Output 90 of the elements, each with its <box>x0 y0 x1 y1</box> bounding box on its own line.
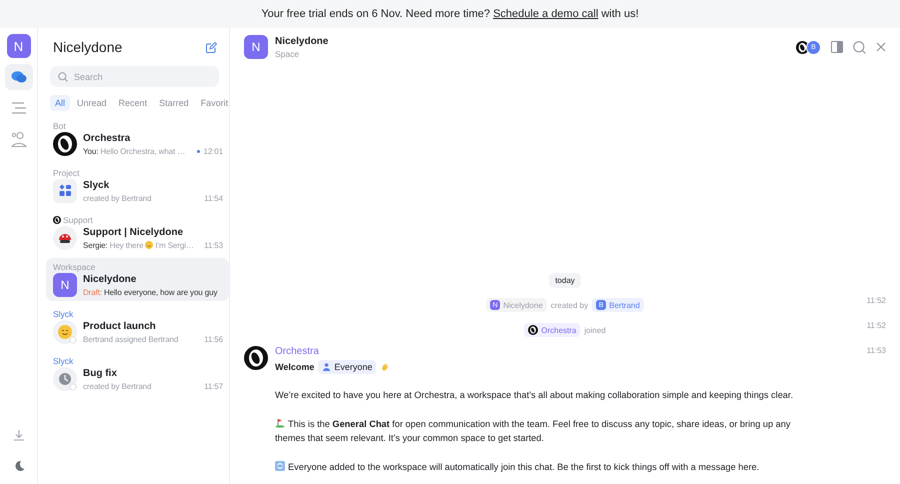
clock-icon <box>53 367 77 391</box>
message-preview: Hello everyone, how are you guy <box>104 288 218 296</box>
chat-title: Bug fix <box>83 368 118 378</box>
space-title: Nicelydone <box>275 36 328 46</box>
side-panel-button[interactable] <box>831 41 843 53</box>
compose-icon[interactable] <box>206 42 217 52</box>
group-label: Bot <box>53 121 66 131</box>
system-text: created by <box>550 300 588 310</box>
message-prefix: Sergie: <box>83 240 108 250</box>
chip-label: Orchestra <box>541 326 576 334</box>
message-time: 11:53 <box>866 346 886 357</box>
group-label: Project <box>53 168 80 178</box>
message-prefix: You: <box>83 146 98 156</box>
chat-time: 12:01 <box>203 146 223 156</box>
close-icon <box>876 42 886 52</box>
group-label: Slyck <box>53 309 74 319</box>
chat-title: Orchestra <box>83 132 132 144</box>
mention-chip[interactable]: Everyone <box>318 360 376 374</box>
arrows-icon <box>275 460 285 470</box>
event-time: 11:52 <box>866 321 886 330</box>
search-icon <box>853 40 866 54</box>
moon-icon <box>12 460 24 472</box>
chat-item[interactable]: Workspace N Nicelydone Draft: Hello everyone, how are you guy <box>46 258 229 301</box>
filter-tab[interactable]: All <box>50 95 70 111</box>
chat-bubbles-icon <box>10 70 26 84</box>
sidebar-title: Nicelydone <box>53 39 122 55</box>
filter-tab[interactable]: Recent <box>114 95 152 111</box>
panel-icon <box>831 41 843 53</box>
search-field[interactable]: Search <box>50 66 219 87</box>
demo-call-link[interactable]: Schedule a demo call <box>493 8 598 20</box>
apps-icon <box>53 179 77 203</box>
orchestra-logo-icon <box>528 325 538 335</box>
chat-time: 11:57 <box>204 382 223 390</box>
group-label: Support <box>63 215 93 225</box>
group-icon <box>322 363 332 371</box>
smiley-icon <box>145 241 154 249</box>
group-label: Workspace <box>53 262 96 272</box>
sender-name[interactable]: Orchestra <box>275 346 319 357</box>
people-icon <box>10 131 27 147</box>
message-preview: Hello Orchestra, what … <box>100 146 186 156</box>
orchestra-avatar-icon <box>244 346 268 370</box>
chat-item[interactable]: Slyck Product launch Bertrand assigned Bertrand 11:56 <box>46 305 229 348</box>
mushroom-icon <box>53 226 77 250</box>
message-preview: created by Bertrand <box>83 382 152 390</box>
message-preview: Hey there <box>110 240 144 250</box>
system-text: joined <box>584 326 606 334</box>
chat-item[interactable]: Slyck Bug fix created by Bertrand 11:57 <box>46 352 229 395</box>
chip-label: Bertrand <box>609 300 640 310</box>
chip-label: Everyone <box>334 362 372 372</box>
chat-time: 11:54 <box>204 194 223 202</box>
group-logo-icon <box>53 216 61 224</box>
nav-button[interactable] <box>4 64 32 90</box>
download-icon <box>12 429 24 441</box>
message-preview: created by Bertrand <box>83 194 152 202</box>
group-label: Slyck <box>53 356 74 366</box>
orchestra-logo-icon <box>53 132 77 156</box>
event-time: 11:52 <box>866 296 886 305</box>
smiley-icon <box>53 320 77 344</box>
message-prefix: Draft: <box>83 288 102 296</box>
filter-tab[interactable]: Starred <box>154 95 194 111</box>
trial-notice: Your free trial ends on 6 Nov. Need more time? Schedule a demo call with us! <box>261 8 639 20</box>
filter-tab[interactable]: Favorit <box>196 95 229 111</box>
chip-label: Nicelydone <box>503 300 543 310</box>
chat-item[interactable]: Bot Orchestra You: Hello Orchestra, what … 12:01 <box>46 117 229 160</box>
space-avatar: N <box>244 35 268 59</box>
workspace-avatar: N <box>53 273 77 297</box>
chat-item[interactable]: Support Support | Nicelydone Sergie: Hey there I'm Sergi… 11:53 <box>46 211 229 254</box>
message-paragraph: Everyone added to the workspace will automatically join this chat. Be the first to kick things off with a message here. <box>275 460 815 474</box>
list-icon <box>10 102 26 114</box>
workspace-avatar[interactable]: N <box>6 34 30 58</box>
chat-title: Nicelydone <box>83 274 138 284</box>
mention-chip[interactable]: Orchestra <box>524 323 580 337</box>
chat-item[interactable]: Project Slyck created by Bertrand 11:54 <box>46 164 229 207</box>
message-paragraph: This is the General Chat for open communication with the team. Feel free to discuss any topic, share ideas, or bring up any themes that seem relevant. It’s your common space to get started. <box>275 416 792 445</box>
message-paragraph: We’re excited to have you here at Orchestra, a workspace that’s all about making collaboration simple and keeping things clear. <box>275 389 794 402</box>
greeting-text: Welcome <box>275 362 314 372</box>
date-divider: today <box>549 273 581 288</box>
message-preview: Bertrand assigned Bertrand <box>83 334 178 344</box>
message-preview: I'm Sergi… <box>155 240 194 250</box>
chat-title: Support | Nicelydone <box>83 226 184 238</box>
chat-title: Slyck <box>83 180 110 190</box>
search-button[interactable] <box>853 40 866 54</box>
close-button[interactable] <box>876 42 886 52</box>
waving-hand-icon <box>380 362 390 372</box>
chat-title: Product launch <box>83 320 157 332</box>
chat-time: 11:53 <box>204 240 223 250</box>
chat-time: 11:56 <box>204 334 223 344</box>
filter-tab[interactable]: Unread <box>72 95 112 111</box>
golf-flag-icon <box>275 418 285 428</box>
space-subtitle: Space <box>275 48 300 58</box>
